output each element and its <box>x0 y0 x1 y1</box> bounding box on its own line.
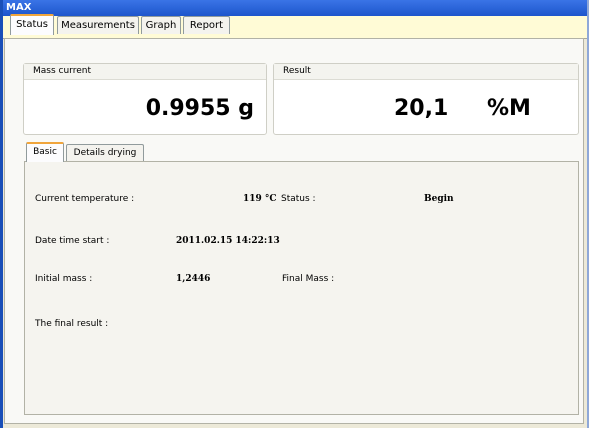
mass-current-header: Mass current <box>24 64 266 80</box>
status-value: Begin <box>424 194 454 204</box>
result-group: Result 20,1 %M <box>273 63 579 135</box>
tab-measurements[interactable]: Measurements <box>57 16 139 34</box>
final-mass-label: Final Mass : <box>282 274 335 284</box>
result-unit: %M <box>487 96 531 121</box>
final-result-label: The final result : <box>35 319 109 329</box>
subtab-basic[interactable]: Basic <box>26 142 64 162</box>
date-time-start-label: Date time start : <box>35 236 110 246</box>
mass-current-group: Mass current 0.9955 g <box>23 63 267 135</box>
mass-current-value: 0.9955 g <box>145 96 254 121</box>
tab-status[interactable]: Status <box>10 14 54 35</box>
tab-graph[interactable]: Graph <box>141 16 181 34</box>
window-title: MAX <box>3 0 587 16</box>
tab-report[interactable]: Report <box>183 16 230 34</box>
current-temperature-label: Current temperature : <box>35 194 135 204</box>
initial-mass-value: 1,2446 <box>176 274 211 284</box>
result-header: Result <box>274 64 578 80</box>
current-temperature-value: 119 °C <box>243 194 277 204</box>
status-label: Status : <box>281 194 316 204</box>
subtab-details-drying[interactable]: Details drying <box>66 144 144 162</box>
initial-mass-label: Initial mass : <box>35 274 93 284</box>
result-value: 20,1 <box>394 96 449 121</box>
date-time-start-value: 2011.02.15 14:22:13 <box>176 236 280 246</box>
